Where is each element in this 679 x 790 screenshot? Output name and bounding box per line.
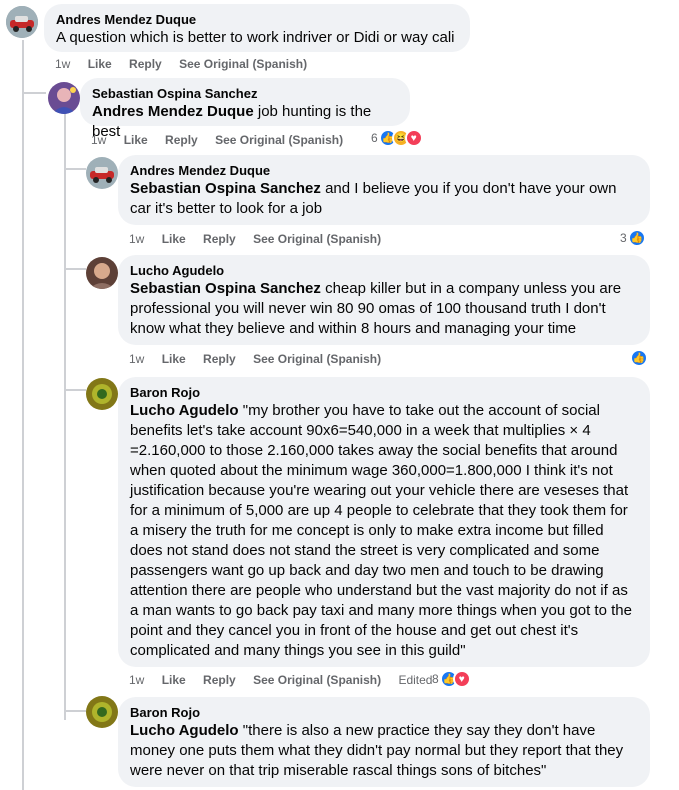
comment-time[interactable]: 1w [129, 232, 144, 246]
car-photo-icon [6, 6, 38, 38]
mention-link[interactable]: Andres Mendez Duque [92, 103, 254, 120]
like-button[interactable]: Like [124, 133, 148, 147]
profile-photo-icon [86, 696, 118, 728]
comment-actions: 1w Like Reply See Original (Spanish) [55, 56, 321, 72]
comment-bubble: Andres Mendez Duque Sebastian Ospina San… [118, 155, 650, 225]
like-icon: 👍 [627, 229, 646, 247]
comment-author[interactable]: Baron Rojo [130, 385, 638, 401]
car-photo-icon [86, 157, 118, 189]
reaction-count: 3 [620, 231, 627, 245]
profile-photo-icon [48, 82, 80, 114]
reply-button[interactable]: Reply [203, 232, 236, 246]
comment-bubble: Lucho Agudelo Sebastian Ospina Sanchez c… [118, 255, 650, 345]
avatar[interactable] [6, 6, 38, 38]
see-original-button[interactable]: See Original (Spanish) [253, 673, 381, 687]
comment-bubble: Andres Mendez Duque A question which is … [44, 4, 470, 52]
see-original-button[interactable]: See Original (Spanish) [215, 133, 343, 147]
see-original-button[interactable]: See Original (Spanish) [179, 57, 307, 71]
comment-time[interactable]: 1w [55, 57, 70, 71]
comment-author[interactable]: Lucho Agudelo [130, 263, 638, 279]
comment-actions: 1w Like Reply See Original (Spanish) [129, 231, 395, 247]
love-icon: ♥ [452, 670, 471, 688]
comment-body: "my brother you have to take out the acc… [130, 402, 632, 659]
see-original-button[interactable]: See Original (Spanish) [253, 232, 381, 246]
thread-line [64, 710, 86, 712]
like-button[interactable]: Like [162, 352, 186, 366]
avatar[interactable] [86, 157, 118, 189]
reaction-count: 8 [432, 672, 439, 686]
thread-line [22, 92, 46, 94]
thread-line [64, 268, 86, 270]
comment-author[interactable]: Andres Mendez Duque [56, 12, 458, 28]
mention-link[interactable]: Sebastian Ospina Sanchez [130, 280, 321, 297]
avatar[interactable] [86, 378, 118, 410]
reaction-summary[interactable]: 👍 [630, 349, 648, 367]
reaction-summary[interactable]: 6 👍 😆 ♥ [371, 129, 423, 147]
comment-bubble: Baron Rojo Lucho Agudelo "there is also … [118, 697, 650, 787]
like-button[interactable]: Like [162, 673, 186, 687]
edited-label: Edited [398, 673, 433, 687]
avatar[interactable] [86, 696, 118, 728]
comment-text: Lucho Agudelo "my brother you have to ta… [130, 401, 638, 661]
like-icon: 👍 [630, 349, 648, 367]
comment-time[interactable]: 1w [129, 673, 144, 687]
comment-bubble: Sebastian Ospina Sanchez Andres Mendez D… [80, 78, 410, 140]
thread-line [64, 168, 86, 170]
mention-link[interactable]: Sebastian Ospina Sanchez [130, 180, 321, 197]
comment-text: Sebastian Ospina Sanchez and I believe y… [130, 179, 638, 219]
reaction-summary[interactable]: 3 👍 [620, 229, 646, 247]
mention-link[interactable]: Lucho Agudelo [130, 402, 239, 419]
profile-photo-icon [86, 257, 118, 289]
mention-link[interactable]: Lucho Agudelo [130, 722, 239, 739]
comment-actions: 1w Like Reply See Original (Spanish) [91, 132, 357, 148]
comment-author[interactable]: Sebastian Ospina Sanchez [92, 86, 398, 102]
see-original-button[interactable]: See Original (Spanish) [253, 352, 381, 366]
reply-button[interactable]: Reply [203, 352, 236, 366]
thread-line [64, 389, 86, 391]
comment-text: A question which is better to work indri… [56, 29, 455, 46]
comment-time[interactable]: 1w [129, 352, 144, 366]
thread-line [22, 40, 24, 790]
reply-button[interactable]: Reply [165, 133, 198, 147]
comment-actions: 1w Like Reply See Original (Spanish) Edi… [129, 672, 446, 688]
reply-button[interactable]: Reply [129, 57, 162, 71]
comment-bubble: Baron Rojo Lucho Agudelo "my brother you… [118, 377, 650, 667]
avatar[interactable] [86, 257, 118, 289]
reaction-count: 6 [371, 131, 378, 145]
comment-text: Lucho Agudelo "there is also a new pract… [130, 721, 638, 781]
thread-line [64, 108, 66, 720]
comment-author[interactable]: Baron Rojo [130, 705, 638, 721]
love-icon: ♥ [404, 129, 423, 147]
comment-text: Sebastian Ospina Sanchez cheap killer bu… [130, 279, 638, 339]
avatar[interactable] [48, 82, 80, 114]
like-button[interactable]: Like [162, 232, 186, 246]
profile-photo-icon [86, 378, 118, 410]
reply-button[interactable]: Reply [203, 673, 236, 687]
like-button[interactable]: Like [88, 57, 112, 71]
reaction-summary[interactable]: 8 👍 ♥ [432, 670, 471, 688]
comment-author[interactable]: Andres Mendez Duque [130, 163, 638, 179]
comment-actions: 1w Like Reply See Original (Spanish) [129, 351, 395, 367]
comment-time[interactable]: 1w [91, 133, 106, 147]
